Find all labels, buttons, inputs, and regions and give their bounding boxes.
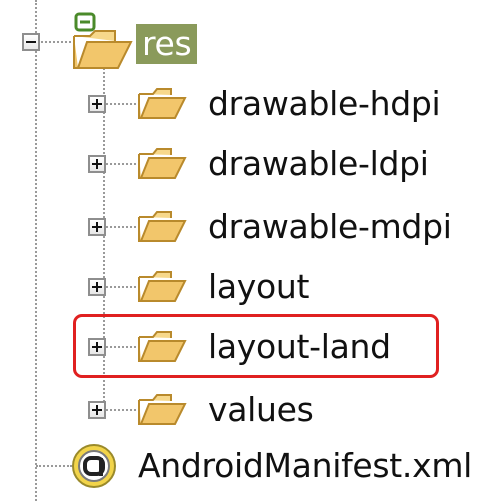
open-folder-icon — [73, 12, 133, 69]
folder-icon — [138, 148, 187, 179]
tree-line — [35, 0, 37, 501]
tree-item-label: drawable-ldpi — [208, 144, 429, 183]
tree-item-label: AndroidManifest.xml — [138, 446, 473, 485]
tree-line — [106, 409, 136, 411]
tree-line — [106, 226, 136, 228]
expand-toggle[interactable] — [88, 155, 106, 173]
tree-item-label: res — [136, 24, 198, 64]
expand-toggle[interactable] — [88, 95, 106, 113]
tree-line — [106, 286, 136, 288]
tree-line — [36, 465, 72, 467]
expand-toggle[interactable] — [88, 278, 106, 296]
expand-toggle[interactable] — [88, 218, 106, 236]
collapse-toggle[interactable] — [22, 33, 40, 51]
tree-line — [106, 103, 136, 105]
folder-icon — [138, 88, 187, 119]
expand-toggle[interactable] — [88, 401, 106, 419]
tree-item-label: drawable-hdpi — [208, 84, 441, 123]
folder-icon — [138, 394, 187, 425]
tree-item-label: drawable-mdpi — [208, 207, 452, 246]
tree-item-label: layout — [208, 267, 310, 306]
folder-icon — [138, 211, 187, 242]
tree-item-label: values — [208, 390, 314, 429]
android-manifest-icon — [72, 444, 116, 488]
highlight-box — [73, 314, 439, 378]
tree-line — [106, 163, 136, 165]
tree-line — [41, 41, 71, 43]
folder-icon — [138, 271, 187, 302]
